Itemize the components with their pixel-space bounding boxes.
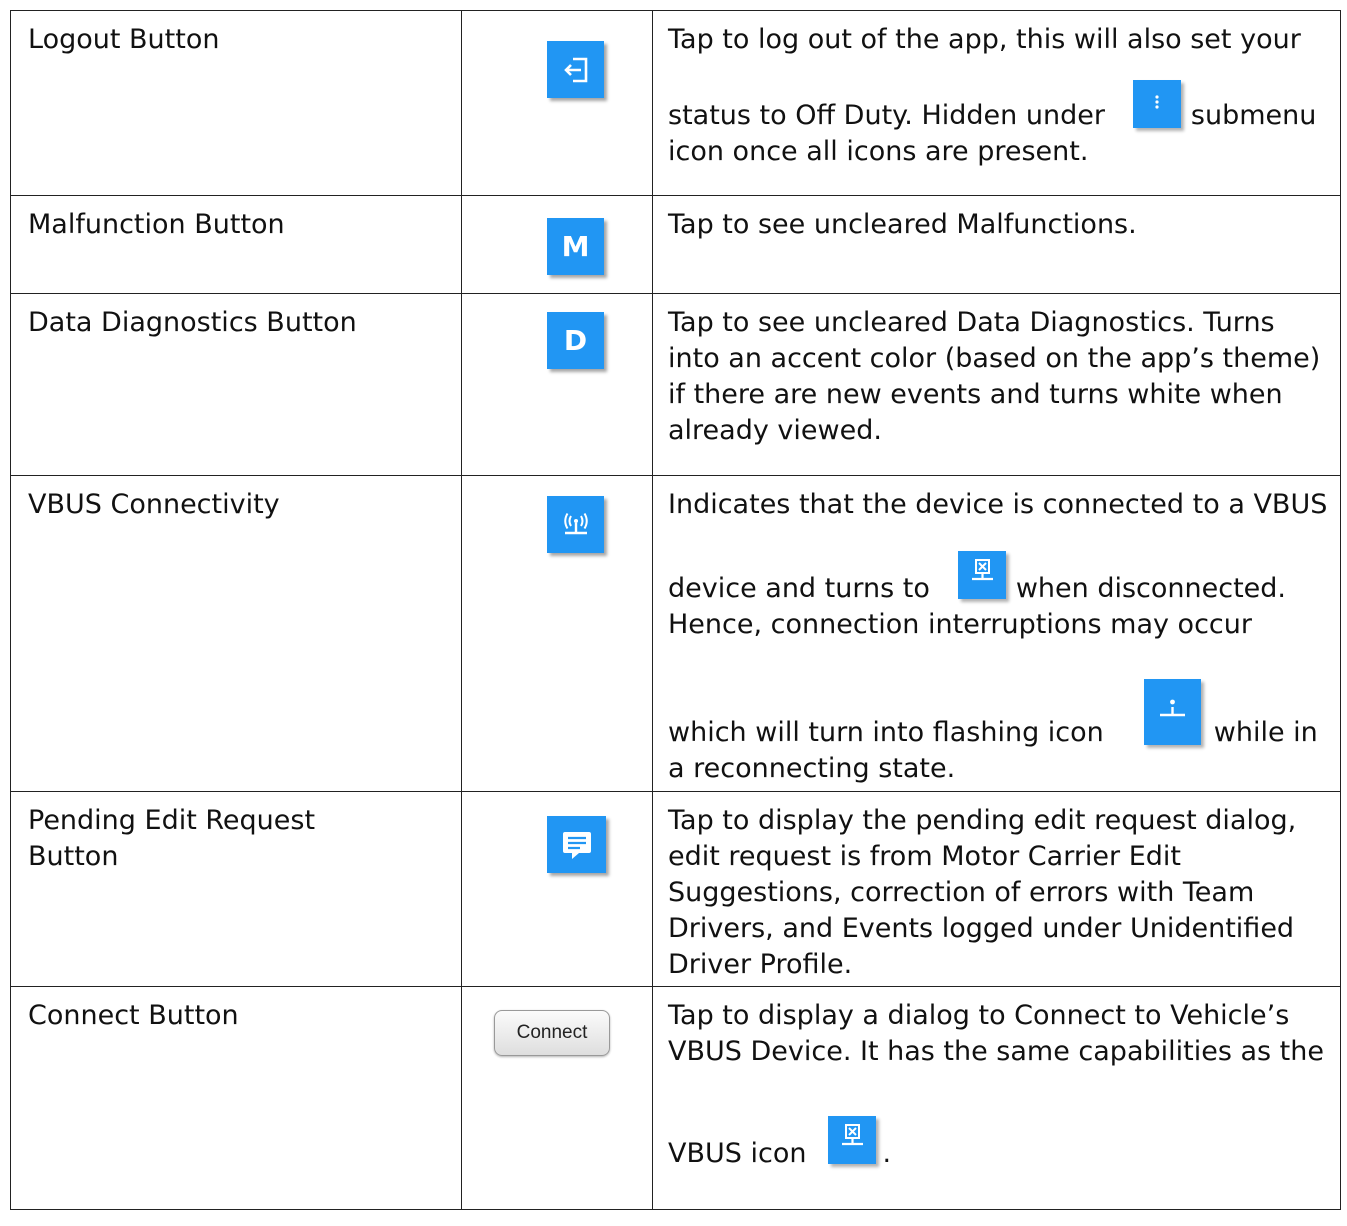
- vbus-connected-icon: [547, 496, 604, 553]
- connect-button[interactable]: Connect: [494, 1010, 610, 1056]
- data-diagnostics-icon: D: [547, 312, 604, 369]
- row-name: Malfunction Button: [10, 195, 462, 294]
- row-name: Logout Button: [10, 10, 462, 196]
- table-row: Malfunction Button M Tap to see uncleare…: [10, 195, 1341, 294]
- row-name: Connect Button: [10, 986, 462, 1210]
- edit-request-icon: [547, 816, 606, 873]
- row-icon-cell: [461, 10, 653, 196]
- logout-icon: [547, 41, 604, 98]
- vbus-reconnecting-icon: [1143, 679, 1201, 745]
- row-icon-cell: Connect: [461, 986, 653, 1210]
- row-description: Tap to see uncleared Malfunctions.: [652, 195, 1341, 294]
- legend-table: Logout Button Tap to log out of the app,…: [10, 10, 1341, 1210]
- row-icon-cell: D: [461, 293, 653, 476]
- table-row: Logout Button Tap to log out of the app,…: [10, 10, 1341, 196]
- table-row: Data Diagnostics Button D Tap to see unc…: [10, 293, 1341, 476]
- table-row: Pending Edit Request Button Tap to displ…: [10, 791, 1341, 987]
- vbus-disconnected-icon: [828, 1116, 877, 1164]
- table-row: Connect Button Connect Tap to display a …: [10, 986, 1341, 1210]
- row-icon-cell: [461, 475, 653, 792]
- table-row: VBUS Connectivity Indicates that the dev…: [10, 475, 1341, 792]
- row-name: Data Diagnostics Button: [10, 293, 462, 476]
- row-name: VBUS Connectivity: [10, 475, 462, 792]
- malfunction-icon: M: [547, 218, 604, 275]
- row-icon-cell: M: [461, 195, 653, 294]
- row-description: Tap to log out of the app, this will als…: [652, 10, 1341, 196]
- row-description: Tap to display a dialog to Connect to Ve…: [652, 986, 1341, 1210]
- row-icon-cell: [461, 791, 653, 987]
- row-description: Tap to see uncleared Data Diagnostics. T…: [652, 293, 1341, 476]
- row-description: Indicates that the device is connected t…: [652, 475, 1341, 792]
- row-description: Tap to display the pending edit request …: [652, 791, 1341, 987]
- vbus-disconnected-icon: [957, 551, 1006, 599]
- submenu-dots-icon: [1132, 80, 1181, 128]
- row-name: Pending Edit Request Button: [10, 791, 462, 987]
